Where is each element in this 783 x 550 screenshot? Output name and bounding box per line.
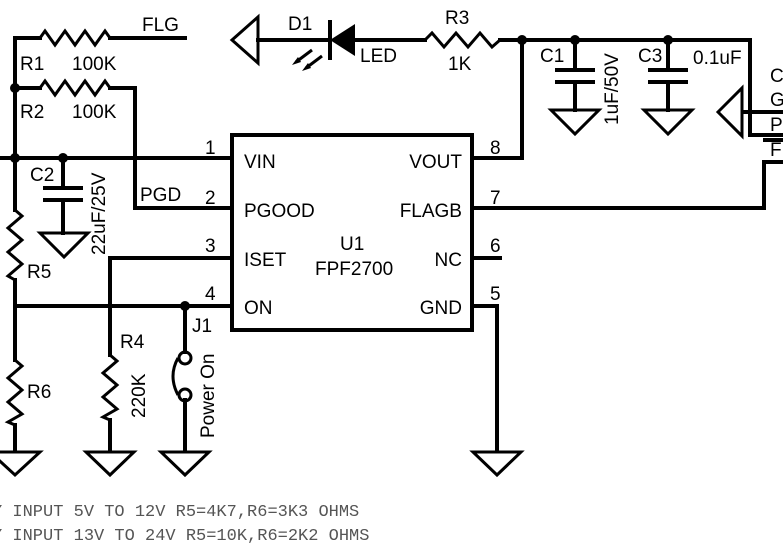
r1-value: 100K — [72, 54, 117, 75]
pin-number: 7 — [490, 188, 501, 209]
d1-value: LED — [360, 46, 397, 67]
pin-name: FLAGB — [400, 201, 462, 222]
j1-value: Power On — [198, 354, 219, 438]
r4-value: 220K — [129, 373, 150, 418]
pin-number: 5 — [490, 284, 501, 305]
pin-number: 2 — [205, 188, 216, 209]
cut-off-label: P — [770, 115, 783, 136]
resistor-r6 — [4, 358, 25, 427]
resistor-r4 — [99, 353, 120, 422]
resistor-r5 — [5, 208, 25, 282]
r5-ref: R5 — [27, 262, 51, 283]
resistor-r2 — [38, 78, 112, 98]
r3-value: 1K — [448, 54, 472, 75]
u1-ref: U1 — [340, 234, 364, 255]
cut-off-label: G — [770, 90, 783, 111]
r6-ref: R6 — [27, 382, 51, 403]
c1-value: 1uF/50V — [602, 53, 623, 125]
connector-arrow-icon — [715, 84, 744, 140]
jumper-j1 — [171, 350, 193, 403]
r2-ref: R2 — [20, 102, 44, 123]
r4-ref: R4 — [120, 332, 145, 353]
pin-name: VOUT — [409, 152, 462, 173]
pin-number: 6 — [490, 236, 501, 257]
cut-off-label: F — [770, 140, 782, 161]
cut-off-label: C — [770, 66, 783, 87]
capacitor-c2 — [43, 186, 83, 202]
capacitor-c1 — [555, 68, 595, 84]
r1-ref: R1 — [20, 54, 44, 75]
net-label-flg: FLG — [142, 15, 179, 36]
note-line: Y INPUT 5V TO 12V R5=4K7,R6=3K3 OHMS — [0, 503, 359, 522]
resistor-r1 — [38, 28, 112, 48]
pin-number: 1 — [205, 138, 216, 159]
j1-ref: J1 — [192, 316, 212, 337]
r3-ref: R3 — [445, 8, 469, 29]
connector-arrow-icon — [229, 13, 260, 67]
ground-symbols — [0, 108, 696, 478]
c3-value: 0.1uF — [693, 48, 742, 69]
pin-number: 3 — [205, 236, 216, 257]
pin-name: VIN — [244, 152, 276, 173]
pin-number: 8 — [490, 138, 501, 159]
resistor-r3 — [423, 30, 501, 50]
pin-name: ON — [244, 298, 273, 319]
r2-value: 100K — [72, 102, 117, 123]
net-label-pgd: PGD — [140, 185, 181, 206]
c2-value: 22uF/25V — [89, 172, 110, 255]
c3-ref: C3 — [638, 46, 662, 67]
pin-number: 4 — [205, 284, 216, 305]
capacitor-c3 — [648, 68, 688, 84]
wires — [0, 36, 783, 452]
pin-name: GND — [420, 298, 462, 319]
c1-ref: C1 — [540, 46, 564, 67]
u1-value: FPF2700 — [315, 259, 393, 280]
pin-name: PGOOD — [244, 201, 315, 222]
schematic: FLG R1 100K R2 100K C2 22uF/25V PGD R5 R… — [0, 8, 783, 546]
c2-ref: C2 — [30, 165, 54, 186]
note-line: Y INPUT 13V TO 24V R5=10K,R6=2K2 OHMS — [0, 527, 369, 546]
pin-name: ISET — [244, 250, 287, 271]
pin-name: NC — [435, 250, 462, 271]
d1-ref: D1 — [288, 14, 312, 35]
